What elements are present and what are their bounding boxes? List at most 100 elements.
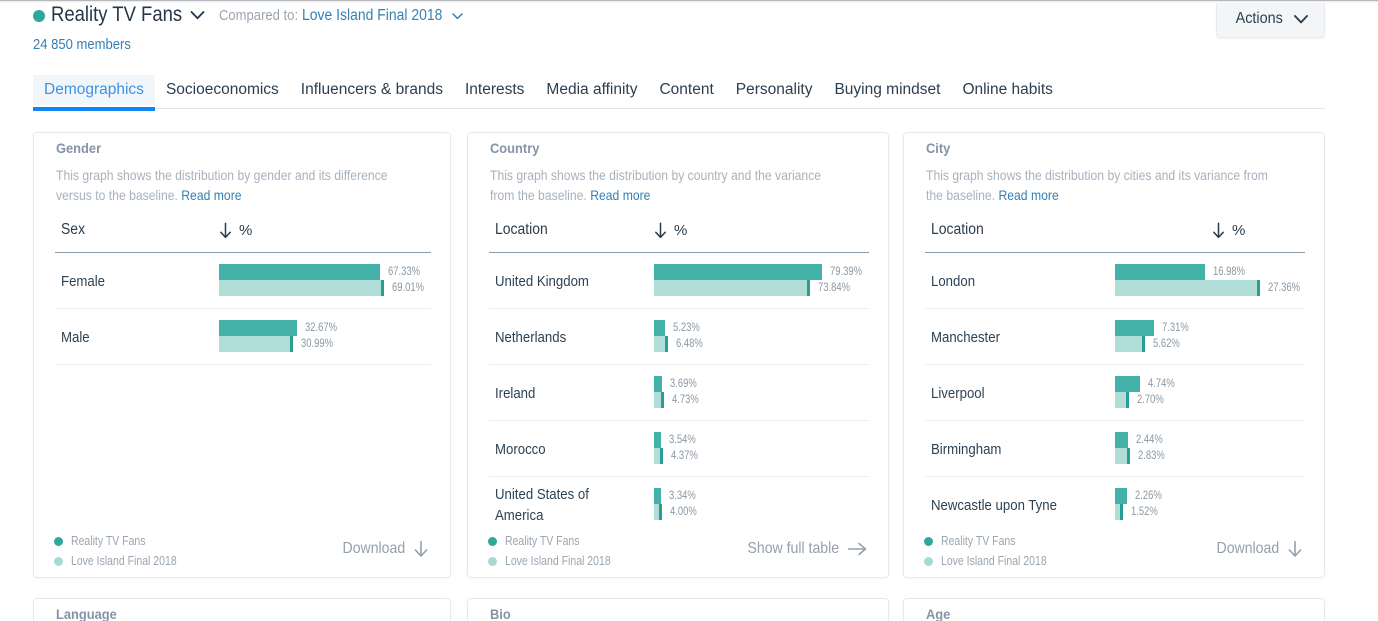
table-row: Newcastle upon Tyne 2.26% 1.52% (925, 477, 1305, 533)
card-title: Gender (56, 140, 102, 156)
card-description: This graph shows the distribution by gen… (56, 165, 437, 205)
bar-primary (1115, 264, 1205, 280)
table-row: London 16.98% 27.36% (925, 253, 1305, 309)
audience-name-title[interactable]: Reality TV Fans (51, 3, 182, 27)
card-description-line: This graph shows the distribution by cit… (926, 165, 1319, 185)
read-more-link[interactable]: Read more (181, 187, 241, 203)
table-row: Morocco 3.54% 4.37% (489, 421, 869, 477)
bar-primary (219, 320, 297, 336)
row-label-text: Morocco (495, 440, 546, 458)
card-description-text: versus to the baseline. Read more (56, 187, 242, 203)
row-label: London (931, 253, 1109, 309)
legend-dot-baseline (924, 556, 933, 566)
row-label-text: United States of America (495, 486, 589, 524)
percent-sort-header[interactable]: % (1212, 220, 1245, 240)
tab-online-habits[interactable]: Online habits (951, 75, 1063, 105)
baseline-audience-link[interactable]: Love Island Final 2018 (302, 7, 442, 25)
bar-baseline-value: 69.01% (392, 282, 424, 294)
bar-baseline-value: 30.99% (301, 338, 333, 350)
bar-primary-value: 3.34% (669, 490, 696, 502)
bar-baseline-endcap (661, 392, 664, 408)
compared-to-label: Compared to: (219, 8, 299, 24)
percent-sort-header[interactable]: % (654, 220, 687, 240)
table-row: Birmingham 2.44% 2.83% (925, 421, 1305, 477)
bar-baseline-endcap (660, 448, 663, 464)
row-label: Newcastle upon Tyne (931, 477, 1109, 533)
bar-baseline-value: 73.84% (818, 282, 850, 294)
bar-primary (654, 432, 661, 448)
tab-interests[interactable]: Interests (454, 75, 535, 105)
download-link[interactable]: Download (334, 538, 429, 560)
bar-primary-value: 2.26% (1135, 490, 1162, 502)
card-description-line: from the baseline. Read more (490, 185, 871, 205)
tab-personality[interactable]: Personality (725, 75, 824, 105)
card-description-line: the baseline. Read more (926, 185, 1319, 205)
row-label-text: Birmingham (931, 440, 1002, 458)
tab-label: Personality (735, 81, 813, 98)
tab-influencers-brands[interactable]: Influencers & brands (290, 75, 454, 105)
table-row: United Kingdom 79.39% 73.84% (489, 253, 869, 309)
table-row: United States of America 3.34% 4.00% (489, 477, 869, 533)
bar-baseline (1115, 504, 1123, 520)
show-full-table-link[interactable]: Show full table (735, 538, 867, 560)
tab-label: Buying mindset (834, 81, 941, 98)
baseline-chevron-down-icon[interactable] (452, 13, 463, 20)
row-label-text: Manchester (931, 328, 1000, 346)
tab-demographics[interactable]: Demographics (33, 75, 155, 111)
tab-label: Content (659, 81, 714, 98)
legend-label: Love Island Final 2018 (941, 554, 1047, 568)
read-more-link[interactable]: Read more (590, 187, 650, 203)
sort-descending-icon (1213, 221, 1224, 238)
tab-label: Influencers & brands (300, 81, 443, 98)
tab-media-affinity[interactable]: Media affinity (535, 75, 648, 105)
chart-legend: Reality TV Fans Love Island Final 2018 (54, 531, 197, 571)
bar-baseline-endcap (1126, 392, 1129, 408)
bar-primary (654, 376, 662, 392)
bar-primary-value: 2.44% (1136, 434, 1163, 446)
bar-primary (1115, 376, 1140, 392)
card-description-line: This graph shows the distribution by gen… (56, 165, 437, 185)
footer-link-label: Show full table (747, 540, 839, 557)
card-description: This graph shows the distribution by cit… (926, 165, 1319, 205)
tab-content[interactable]: Content (648, 75, 724, 105)
row-label: Male (61, 309, 213, 365)
legend-dot-primary (488, 536, 497, 546)
bar-primary-value: 67.33% (388, 266, 420, 278)
card-title: Bio (490, 606, 511, 621)
bar-baseline-value: 27.36% (1268, 282, 1300, 294)
bar-baseline (654, 448, 663, 464)
bar-baseline (1115, 336, 1145, 352)
bar-baseline (654, 336, 668, 352)
audience-name-chevron-down-icon[interactable] (190, 11, 205, 20)
row-label: United States of America (495, 477, 648, 533)
actions-chevron-down-icon (1293, 14, 1308, 23)
legend-label: Reality TV Fans (505, 534, 580, 548)
actions-button[interactable]: Actions (1216, 1, 1325, 38)
row-label: Ireland (495, 365, 648, 421)
table-column-header: Sex (61, 221, 86, 238)
tab-buying-mindset[interactable]: Buying mindset (823, 75, 951, 105)
percent-sort-header[interactable]: % (219, 220, 252, 240)
tab-label: Online habits (962, 81, 1053, 98)
audience-insights-page: Reality TV Fans Compared to: Love Island… (0, 0, 1378, 621)
sort-descending-icon (220, 221, 231, 238)
card-language: Language (33, 598, 451, 621)
tab-socioeconomics[interactable]: Socioeconomics (155, 75, 290, 105)
bar-baseline-endcap (665, 336, 668, 352)
audience-color-dot (33, 10, 45, 22)
download-link[interactable]: Download (1208, 538, 1303, 560)
card-country: Country This graph shows the distribution… (467, 132, 889, 578)
tab-label: Socioeconomics (165, 81, 279, 98)
bar-baseline-value: 1.52% (1131, 506, 1158, 518)
row-label: Female (61, 253, 213, 309)
row-label-text: Netherlands (495, 328, 567, 346)
bar-baseline-endcap (807, 280, 810, 296)
bar-primary-value: 5.23% (673, 322, 700, 334)
tab-label: Media affinity (546, 81, 638, 98)
bar-baseline-value: 4.37% (671, 450, 698, 462)
bar-primary-value: 3.69% (670, 378, 697, 390)
table-column-header: Location (931, 221, 984, 238)
bar-baseline-endcap (1127, 448, 1130, 464)
read-more-link[interactable]: Read more (998, 187, 1058, 203)
percent-header-label: % (239, 221, 253, 239)
